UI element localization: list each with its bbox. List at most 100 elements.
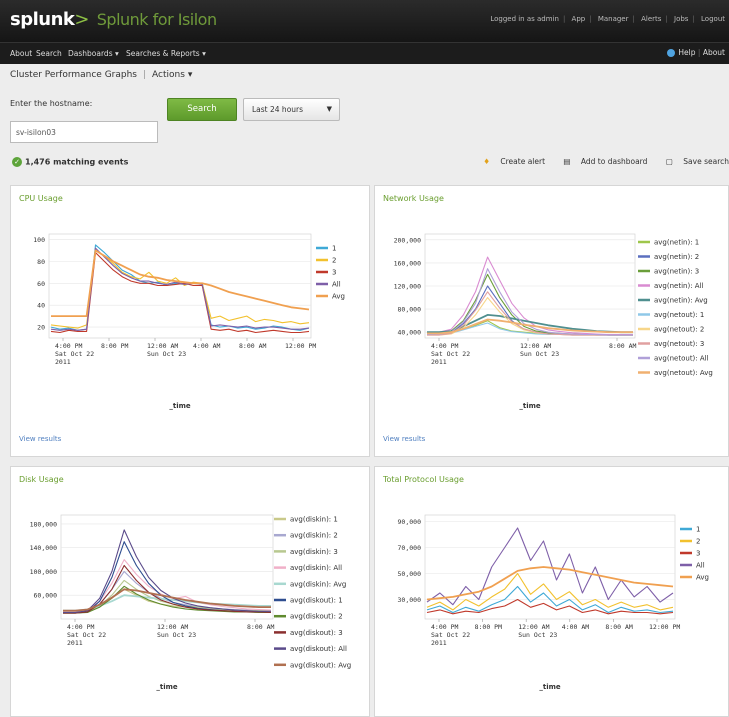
- x-axis-title: _time: [539, 683, 561, 691]
- legend-label[interactable]: 3: [696, 550, 700, 558]
- y-tick-label: 30,000: [398, 596, 422, 604]
- legend-label[interactable]: 1: [332, 245, 336, 253]
- hostname-label: Enter the hostname:: [10, 99, 93, 108]
- y-tick-label: 200,000: [394, 236, 421, 244]
- brand-separator: >: [74, 9, 89, 30]
- x-tick-label: Sat Oct 22: [55, 350, 94, 358]
- legend-label[interactable]: avg(netin): 2: [654, 253, 699, 261]
- top-links: Logged in as admin | App | Manager | Alerts…: [490, 15, 725, 23]
- y-tick-label: 60: [37, 280, 45, 288]
- x-tick-label: 2011: [67, 639, 83, 647]
- legend-label[interactable]: avg(diskin): 3: [290, 548, 338, 556]
- legend-label[interactable]: avg(diskin): 2: [290, 532, 338, 540]
- x-axis-title: _time: [156, 683, 178, 691]
- x-tick-label: Sat Oct 22: [67, 631, 106, 639]
- search-button[interactable]: Search: [167, 98, 237, 121]
- chevron-down-icon: ▾: [115, 49, 119, 58]
- page-title-bar: Cluster Performance Graphs | Actions ▾: [10, 70, 193, 80]
- cpu-usage-chart: 100 80 60 40 20 4:00 PMSat Oct 222011 8:00 PM 1…: [33, 233, 345, 410]
- plot-area: [60, 514, 274, 620]
- y-tick-label: 160,000: [394, 259, 421, 267]
- y-tick-label: 70,000: [398, 544, 422, 552]
- x-tick-label: 2011: [55, 358, 71, 366]
- legend-label[interactable]: avg(netout): 2: [654, 326, 704, 334]
- legend-label[interactable]: avg(netout): 3: [654, 340, 704, 348]
- hostname-input[interactable]: sv-isilon03: [10, 121, 158, 143]
- add-dashboard-label: Add to dashboard: [580, 157, 648, 166]
- help-link[interactable]: Help: [678, 48, 695, 57]
- x-tick-label: 12:00 PM: [285, 342, 316, 350]
- legend-label[interactable]: avg(diskout): Avg: [290, 661, 351, 669]
- network-usage-chart: 200,000 160,000 120,000 80,000 40,000 4:00 PM…: [394, 233, 713, 410]
- matching-events: ✓ 1,476 matching events: [12, 157, 128, 167]
- y-tick-label: 80: [37, 258, 45, 266]
- legend-label[interactable]: avg(diskout): All: [290, 645, 347, 653]
- legend-label[interactable]: avg(diskout): 3: [290, 629, 343, 637]
- panel-cpu-usage: CPU Usage 100 80 60 40 20 4:00 PM Sat Oct 22 20…: [10, 185, 370, 457]
- x-tick-label: 8:00 AM: [239, 342, 266, 350]
- legend-label[interactable]: avg(netout): Avg: [654, 369, 713, 377]
- logged-in-text: Logged in as admin: [490, 15, 559, 23]
- app-name[interactable]: Splunk for Isilon: [97, 10, 217, 29]
- panel-network-usage: Network Usage 200,000 160,000 120,000 80,00…: [374, 185, 729, 457]
- total-protocol-usage-chart: 90,000 70,000 50,000 30,000 4:00 PMSat Oct 2…: [398, 514, 709, 691]
- help-icon: [667, 49, 676, 57]
- legend-label[interactable]: 2: [696, 538, 700, 546]
- legend-label[interactable]: All: [332, 281, 341, 289]
- about-link[interactable]: About: [703, 48, 725, 57]
- legend-label[interactable]: 2: [332, 257, 336, 265]
- legend-label[interactable]: avg(netin): 1: [654, 239, 699, 247]
- legend-label[interactable]: 1: [696, 526, 700, 534]
- legend-label[interactable]: avg(netout): All: [654, 355, 709, 363]
- actions-menu[interactable]: Actions ▾: [152, 70, 192, 80]
- x-tick-label: 8:00 PM: [475, 623, 502, 631]
- manager-link[interactable]: Manager: [598, 15, 629, 23]
- legend-label[interactable]: avg(netout): 1: [654, 311, 704, 319]
- save-search-button[interactable]: ▢ Save search: [658, 157, 729, 166]
- add-to-dashboard-button[interactable]: ▤ Add to dashboard: [555, 157, 647, 166]
- save-search-label: Save search: [683, 157, 729, 166]
- x-tick-label: Sun Oct 23: [518, 631, 557, 639]
- y-tick-label: 140,000: [30, 544, 57, 552]
- x-tick-label: 4:00 PM: [431, 623, 458, 631]
- legend-label[interactable]: 3: [332, 269, 336, 277]
- legend-label[interactable]: avg(diskout): 2: [290, 613, 343, 621]
- x-axis-title: _time: [519, 402, 541, 410]
- y-tick-label: 120,000: [394, 283, 421, 291]
- legend-label[interactable]: avg(diskin): 1: [290, 516, 338, 524]
- nav-item-about[interactable]: About: [10, 49, 32, 58]
- app-navbar: About Search Dashboards ▾ Searches & Rep…: [0, 42, 729, 64]
- legend-label[interactable]: Avg: [332, 293, 345, 301]
- splunk-logo[interactable]: splunk> Splunk for Isilon: [10, 9, 217, 30]
- app-menu[interactable]: App: [572, 15, 586, 23]
- time-range-value: Last 24 hours: [252, 105, 304, 114]
- nav-item-dashboards[interactable]: Dashboards ▾: [68, 49, 119, 58]
- legend-label[interactable]: avg(netin): Avg: [654, 297, 708, 305]
- legend-label[interactable]: avg(diskin): Avg: [290, 580, 346, 588]
- x-tick-label: Sun Oct 23: [147, 350, 186, 358]
- view-results-link[interactable]: View results: [383, 435, 425, 443]
- legend-label[interactable]: avg(netin): All: [654, 282, 704, 290]
- nav-item-searches-reports[interactable]: Searches & Reports ▾: [126, 49, 206, 58]
- jobs-link[interactable]: Jobs: [674, 15, 688, 23]
- legend-label[interactable]: Avg: [696, 574, 709, 582]
- create-alert-button[interactable]: ♦ Create alert: [475, 157, 545, 166]
- y-tick-label: 60,000: [34, 592, 58, 600]
- x-tick-label: Sun Oct 23: [157, 631, 196, 639]
- nav-item-search[interactable]: Search: [36, 49, 62, 58]
- legend-label[interactable]: avg(diskout): 1: [290, 597, 343, 605]
- legend-label[interactable]: avg(netin): 3: [654, 268, 699, 276]
- time-range-select[interactable]: Last 24 hours ▼: [243, 98, 340, 121]
- legend-label[interactable]: All: [696, 562, 705, 570]
- x-tick-label: 12:00 AM: [518, 623, 549, 631]
- legend-label[interactable]: avg(diskin): All: [290, 564, 342, 572]
- y-tick-label: 100,000: [30, 568, 57, 576]
- logout-link[interactable]: Logout: [701, 15, 725, 23]
- x-tick-label: 8:00 AM: [609, 342, 636, 350]
- view-results-link[interactable]: View results: [19, 435, 61, 443]
- alerts-link[interactable]: Alerts: [641, 15, 661, 23]
- create-alert-label: Create alert: [500, 157, 546, 166]
- page-title: Cluster Performance Graphs: [10, 70, 137, 80]
- dashboards-label: Dashboards: [68, 49, 113, 58]
- x-tick-label: 12:00 PM: [649, 623, 680, 631]
